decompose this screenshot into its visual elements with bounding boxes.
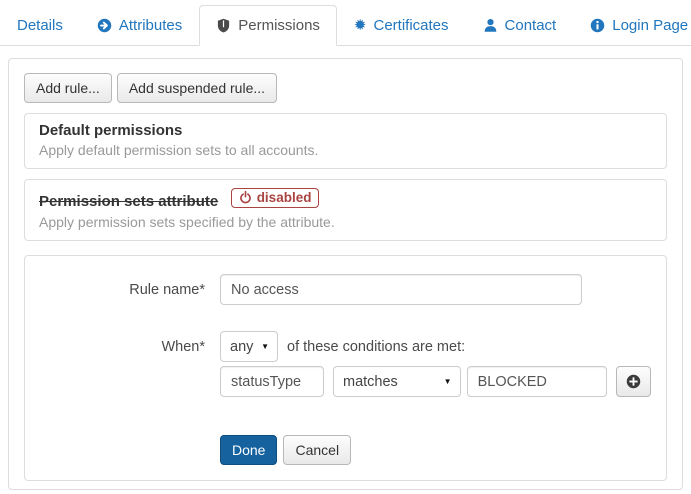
done-button[interactable]: Done: [220, 435, 277, 465]
condition-operator-selected-value: matches: [343, 374, 398, 390]
tab-contact[interactable]: Contact: [466, 5, 574, 46]
tab-permissions-label: Permissions: [238, 17, 320, 34]
chevron-down-icon: ▼: [444, 377, 452, 386]
condition-field-input[interactable]: [220, 366, 324, 397]
when-suffix-text: of these conditions are met:: [287, 339, 465, 355]
rule-name-row: Rule name*: [40, 274, 651, 305]
condition-value-input[interactable]: [467, 366, 607, 397]
add-condition-button[interactable]: [616, 366, 651, 397]
permission-sets-attribute-panel[interactable]: Permission sets attribute disabled Apply…: [24, 179, 667, 241]
form-actions-row: Done Cancel: [40, 435, 651, 465]
tab-contact-label: Contact: [505, 17, 557, 34]
default-permissions-title: Default permissions: [39, 122, 652, 139]
cancel-button[interactable]: Cancel: [283, 435, 351, 465]
tab-details-label: Details: [17, 17, 63, 34]
tab-attributes-label: Attributes: [119, 17, 182, 34]
power-icon: [239, 191, 252, 204]
tab-certificates-label: Certificates: [374, 17, 449, 34]
tab-bar: Details Attributes Permissions ✹ Certifi…: [0, 0, 691, 46]
disabled-badge-label: disabled: [257, 190, 312, 205]
tab-details[interactable]: Details: [0, 5, 80, 46]
tab-permissions[interactable]: Permissions: [199, 5, 337, 46]
when-label: When*: [40, 339, 205, 355]
condition-row: matches ▼: [40, 366, 651, 397]
permission-sets-attribute-title-row: Permission sets attribute disabled: [39, 188, 652, 211]
tab-login-page-label: Login Page: [612, 17, 688, 34]
tab-attributes[interactable]: Attributes: [80, 5, 199, 46]
when-row: When* any ▼ of these conditions are met:: [40, 331, 651, 362]
info-circle-icon: [590, 18, 605, 33]
permission-sets-attribute-description: Apply permission sets specified by the a…: [39, 214, 652, 230]
add-suspended-rule-button[interactable]: Add suspended rule...: [117, 73, 277, 103]
rule-toolbar: Add rule... Add suspended rule...: [24, 73, 667, 103]
plus-circle-icon: [626, 374, 641, 389]
disabled-badge: disabled: [231, 188, 320, 208]
arrow-circle-right-icon: [97, 18, 112, 33]
add-rule-button[interactable]: Add rule...: [24, 73, 112, 103]
when-match-select[interactable]: any ▼: [220, 331, 278, 362]
default-permissions-description: Apply default permission sets to all acc…: [39, 142, 652, 158]
rule-name-input[interactable]: [220, 274, 582, 305]
condition-operator-select[interactable]: matches ▼: [333, 366, 461, 397]
tab-certificates[interactable]: ✹ Certificates: [337, 5, 466, 46]
tab-login-page[interactable]: Login Page: [573, 5, 691, 46]
rule-editor-panel: Rule name* When* any ▼ of these conditio…: [24, 255, 667, 481]
shield-icon: [216, 18, 231, 33]
user-icon: [483, 18, 498, 33]
default-permissions-panel[interactable]: Default permissions Apply default permis…: [24, 113, 667, 169]
permissions-tab-panel: Add rule... Add suspended rule... Defaul…: [8, 58, 683, 490]
certificate-icon: ✹: [354, 18, 367, 33]
when-match-selected-value: any: [230, 339, 253, 355]
rule-name-label: Rule name*: [40, 282, 205, 298]
chevron-down-icon: ▼: [261, 342, 269, 351]
permission-sets-attribute-title: Permission sets attribute: [39, 193, 218, 210]
